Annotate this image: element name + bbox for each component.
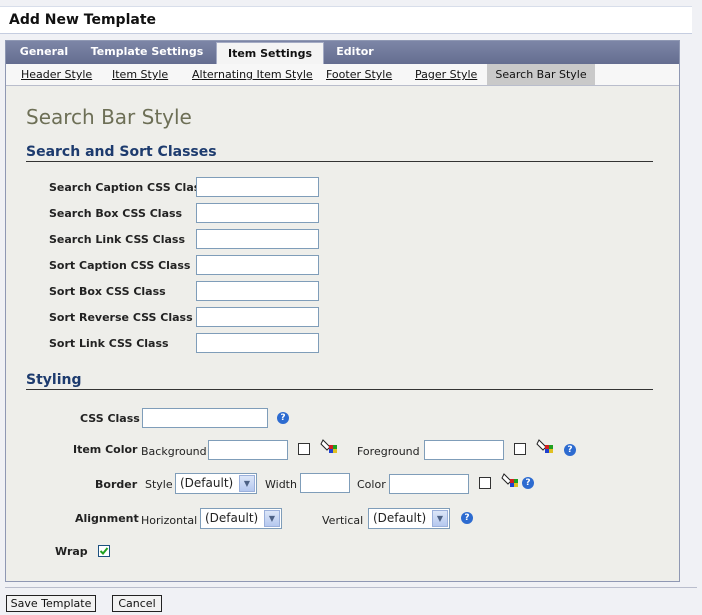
alignment-label: Alignment [75,512,139,525]
foreground-color-input[interactable] [424,440,504,460]
css-class-input[interactable] [142,408,268,428]
subtab-header-style[interactable]: Header Style [21,64,92,85]
help-icon[interactable]: ? [522,477,534,489]
sort-box-label: Sort Box CSS Class [49,285,166,298]
horizontal-align-value: (Default) [205,511,259,525]
cancel-button[interactable]: Cancel [112,595,162,612]
background-color-input[interactable] [208,440,288,460]
footer-divider [5,587,697,588]
background-label: Background [141,445,207,458]
sort-caption-label: Sort Caption CSS Class [49,259,191,272]
main-tab-bar: General Template Settings Item Settings … [6,41,679,65]
foreground-color-swatch[interactable] [514,443,526,455]
color-picker-icon[interactable] [320,438,338,454]
search-box-input[interactable] [196,203,319,223]
background-color-swatch[interactable] [298,443,310,455]
sub-tab-bar: Header Style Item Style Alternating Item… [6,64,679,86]
sort-link-input[interactable] [196,333,319,353]
help-icon[interactable]: ? [461,512,473,524]
chevron-down-icon: ▼ [264,510,280,527]
chevron-down-icon: ▼ [432,510,448,527]
chevron-down-icon: ▼ [239,475,255,492]
subtab-footer-style[interactable]: Footer Style [326,64,392,85]
search-box-label: Search Box CSS Class [49,207,183,220]
search-caption-input[interactable] [196,177,319,197]
border-color-swatch[interactable] [479,477,491,489]
border-width-label: Width [265,478,297,491]
wrap-label: Wrap [55,545,88,558]
border-label: Border [95,478,138,491]
help-icon[interactable]: ? [277,412,289,424]
checkmark-icon [99,547,109,555]
border-color-label: Color [357,478,386,491]
sort-reverse-input[interactable] [196,307,319,327]
foreground-label: Foreground [357,445,420,458]
page-title: Search Bar Style [26,105,192,129]
sort-box-input[interactable] [196,281,319,301]
border-style-select[interactable]: (Default) ▼ [175,473,257,494]
sort-caption-input[interactable] [196,255,319,275]
color-picker-icon[interactable] [501,472,519,488]
item-color-label: Item Color [73,443,138,456]
save-template-button[interactable]: Save Template [6,595,96,612]
border-color-input[interactable] [389,474,469,494]
border-style-label: Style [145,478,173,491]
subtab-search-bar-style[interactable]: Search Bar Style [487,64,595,85]
border-style-value: (Default) [180,476,234,490]
search-link-input[interactable] [196,229,319,249]
tab-template-settings[interactable]: Template Settings [88,41,206,64]
subtab-pager-style[interactable]: Pager Style [415,64,477,85]
sort-link-label: Sort Link CSS Class [49,337,169,350]
search-caption-label: Search Caption CSS Class [49,181,207,194]
subtab-alternating-item-style[interactable]: Alternating Item Style [192,64,313,85]
vertical-label: Vertical [322,514,364,527]
vertical-align-value: (Default) [373,511,427,525]
tab-general[interactable]: General [13,41,75,64]
section-styling: Styling [26,372,653,390]
color-picker-icon[interactable] [536,438,554,454]
section-search-sort: Search and Sort Classes [26,144,653,162]
css-class-label: CSS Class [80,412,140,425]
horizontal-label: Horizontal [141,514,198,527]
tab-editor[interactable]: Editor [332,41,378,64]
horizontal-align-select[interactable]: (Default) ▼ [200,508,282,529]
border-width-input[interactable] [300,473,350,493]
search-link-label: Search Link CSS Class [49,233,185,246]
template-editor-panel: General Template Settings Item Settings … [5,40,680,582]
tab-item-settings[interactable]: Item Settings [216,42,324,65]
window-title: Add New Template [0,6,692,34]
wrap-checkbox[interactable] [98,545,110,557]
sort-reverse-label: Sort Reverse CSS Class [49,311,193,324]
tab-content: Search Bar Style Search and Sort Classes… [6,86,679,581]
vertical-align-select[interactable]: (Default) ▼ [368,508,450,529]
subtab-item-style[interactable]: Item Style [112,64,168,85]
help-icon[interactable]: ? [564,444,576,456]
